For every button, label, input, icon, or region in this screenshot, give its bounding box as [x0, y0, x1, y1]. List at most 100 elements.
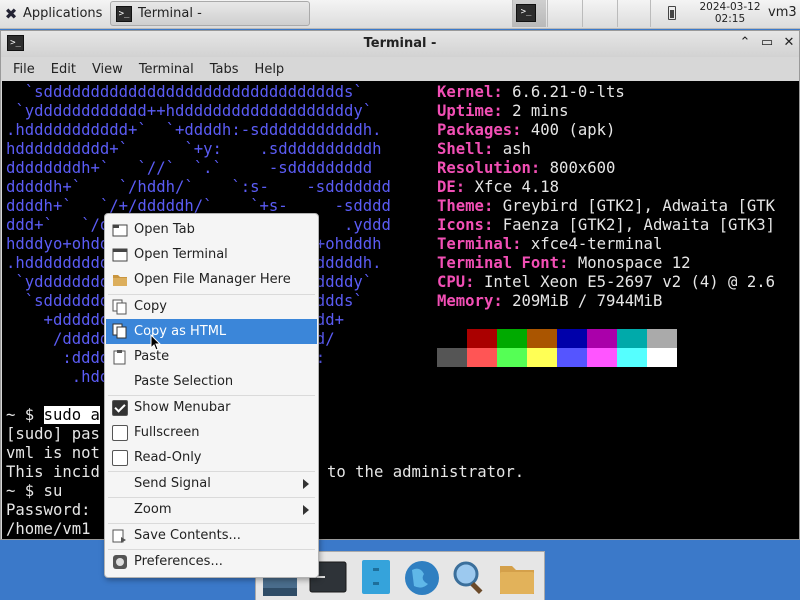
- submenu-arrow-icon: [303, 505, 309, 515]
- workspace-3[interactable]: [582, 0, 616, 27]
- ascii-art-line: .hddddddddddd+` `+ddddh:-sdddddddddddh.: [6, 121, 382, 139]
- menu-item-label: Zoom: [134, 502, 172, 517]
- copy-icon: [112, 299, 128, 315]
- palette-swatch: [467, 348, 497, 367]
- menu-item-open-file-manager[interactable]: Open File Manager Here: [106, 268, 317, 292]
- menu-item-label: Send Signal: [134, 476, 211, 491]
- output-line-tail: to the administrator.: [327, 463, 525, 481]
- checkbox-checked-icon[interactable]: [112, 400, 128, 416]
- save-icon: [112, 528, 128, 544]
- folder-icon: [112, 272, 128, 288]
- sysinfo-uptime: Uptime: 2 mins: [437, 102, 569, 120]
- menu-file[interactable]: File: [5, 62, 43, 77]
- output-line: /home/vm1: [6, 520, 100, 538]
- sysinfo-terminal-font: Terminal Font: Monospace 12: [437, 254, 691, 272]
- prompt-line: ~ $ sudo a: [6, 406, 100, 425]
- file-manager-icon[interactable]: [356, 558, 396, 596]
- paste-icon: [112, 349, 128, 365]
- menu-item-open-terminal[interactable]: Open Terminal: [106, 243, 317, 267]
- sysinfo-icons: Icons: Faenza [GTK2], Adwaita [GTK3]: [437, 216, 775, 234]
- applications-menu-button[interactable]: ✖ Applications: [0, 1, 108, 26]
- sysinfo-theme: Theme: Greybird [GTK2], Adwaita [GTK: [437, 197, 775, 215]
- context-menu: Open Tab Open Terminal Open File Manager…: [104, 213, 319, 578]
- menu-item-fullscreen[interactable]: Fullscreen: [106, 421, 317, 445]
- menu-item-label: Fullscreen: [134, 425, 200, 440]
- sysinfo-cpu: CPU: Intel Xeon E5-2697 v2 (4) @ 2.6: [437, 273, 775, 291]
- menu-item-label: Copy: [134, 299, 167, 314]
- clock-time: 02:15: [714, 13, 746, 25]
- output-line: Password:: [6, 501, 100, 519]
- minimize-icon[interactable]: ⌃: [736, 34, 754, 52]
- palette-swatch: [647, 348, 677, 367]
- output-line: [sudo] pas: [6, 425, 100, 443]
- taskbar-terminal-title: Terminal -: [138, 6, 202, 21]
- palette-swatch: [497, 348, 527, 367]
- menu-item-read-only[interactable]: Read-Only: [106, 446, 317, 470]
- ascii-art-line: `ydddddddddddd++hdddddddddddddddddddy`: [6, 102, 373, 120]
- close-icon[interactable]: ✕: [780, 34, 798, 52]
- menu-item-label: Save Contents...: [134, 528, 241, 543]
- menu-item-label: Paste Selection: [134, 374, 234, 389]
- palette-swatch: [527, 329, 557, 348]
- output-line: This incid: [6, 463, 100, 481]
- menu-item-copy-as-html[interactable]: Copy as HTML: [106, 319, 317, 344]
- sysinfo-packages: Packages: 400 (apk): [437, 121, 616, 139]
- preferences-icon: [112, 554, 128, 570]
- user-label[interactable]: vm3: [768, 5, 797, 20]
- menu-item-label: Preferences...: [134, 554, 223, 569]
- palette-swatch: [587, 348, 617, 367]
- workspace-terminal-icon: >_: [516, 4, 536, 22]
- palette-swatch: [497, 329, 527, 348]
- menu-item-send-signal[interactable]: Send Signal: [106, 472, 317, 496]
- sysinfo-resolution: Resolution: 800x600: [437, 159, 616, 177]
- clock[interactable]: 2024-03-12 02:15: [690, 1, 770, 25]
- menu-edit[interactable]: Edit: [43, 62, 84, 77]
- palette-swatch: [587, 329, 617, 348]
- menu-item-save-contents[interactable]: Save Contents...: [106, 524, 317, 548]
- web-browser-icon[interactable]: [402, 558, 442, 596]
- output-line: ~ $ su: [6, 482, 63, 500]
- menu-view[interactable]: View: [84, 62, 131, 77]
- palette-swatch: [617, 329, 647, 348]
- battery-icon[interactable]: [668, 6, 676, 20]
- sysinfo-shell: Shell: ash: [437, 140, 531, 158]
- window-titlebar[interactable]: >_ Terminal - ⌃ ▭ ✕: [1, 31, 799, 57]
- menu-tabs[interactable]: Tabs: [202, 62, 247, 77]
- menu-item-zoom[interactable]: Zoom: [106, 498, 317, 522]
- ascii-art-line: dddddh+` `/hddh/` `:s- -sddddddd: [6, 178, 391, 196]
- checkbox-icon[interactable]: [112, 425, 128, 441]
- palette-swatch: [647, 329, 677, 348]
- terminal-icon: [112, 247, 128, 263]
- palette-swatch: [527, 348, 557, 367]
- menu-help[interactable]: Help: [247, 62, 293, 77]
- folder-icon[interactable]: [497, 558, 537, 596]
- menu-item-show-menubar[interactable]: Show Menubar: [106, 396, 317, 420]
- search-icon[interactable]: [449, 558, 489, 596]
- window-title: Terminal -: [363, 36, 437, 51]
- window-menubar: File Edit View Terminal Tabs Help: [1, 57, 799, 81]
- palette-swatch: [467, 329, 497, 348]
- workspace-2[interactable]: [547, 0, 581, 27]
- menu-item-label: Open File Manager Here: [134, 272, 291, 287]
- taskbar-terminal-button[interactable]: >_ Terminal -: [110, 1, 310, 26]
- prompt: ~ $: [6, 406, 44, 424]
- menu-item-paste[interactable]: Paste: [106, 345, 317, 369]
- checkbox-icon[interactable]: [112, 450, 128, 466]
- menu-item-open-tab[interactable]: Open Tab: [106, 218, 317, 242]
- palette-swatch: [557, 329, 587, 348]
- mouse-pointer-icon: [150, 334, 162, 351]
- palette-swatch: [617, 348, 647, 367]
- menu-item-label: Show Menubar: [134, 400, 231, 415]
- workspace-1[interactable]: >_: [512, 0, 546, 27]
- maximize-icon[interactable]: ▭: [758, 34, 776, 52]
- menu-item-copy[interactable]: Copy: [106, 295, 317, 319]
- xfce-logo-icon: ✖: [4, 4, 18, 23]
- menu-item-paste-selection[interactable]: Paste Selection: [106, 370, 317, 394]
- copy-html-icon: [112, 323, 128, 339]
- menu-item-label: Open Terminal: [134, 247, 228, 262]
- workspace-4[interactable]: [617, 0, 651, 27]
- output-line: vml is not: [6, 444, 100, 462]
- ascii-art-line: ddddddddh+` `//` `.` -sddddddddd: [6, 159, 373, 177]
- menu-item-preferences[interactable]: Preferences...: [106, 550, 317, 574]
- menu-terminal[interactable]: Terminal: [131, 62, 202, 77]
